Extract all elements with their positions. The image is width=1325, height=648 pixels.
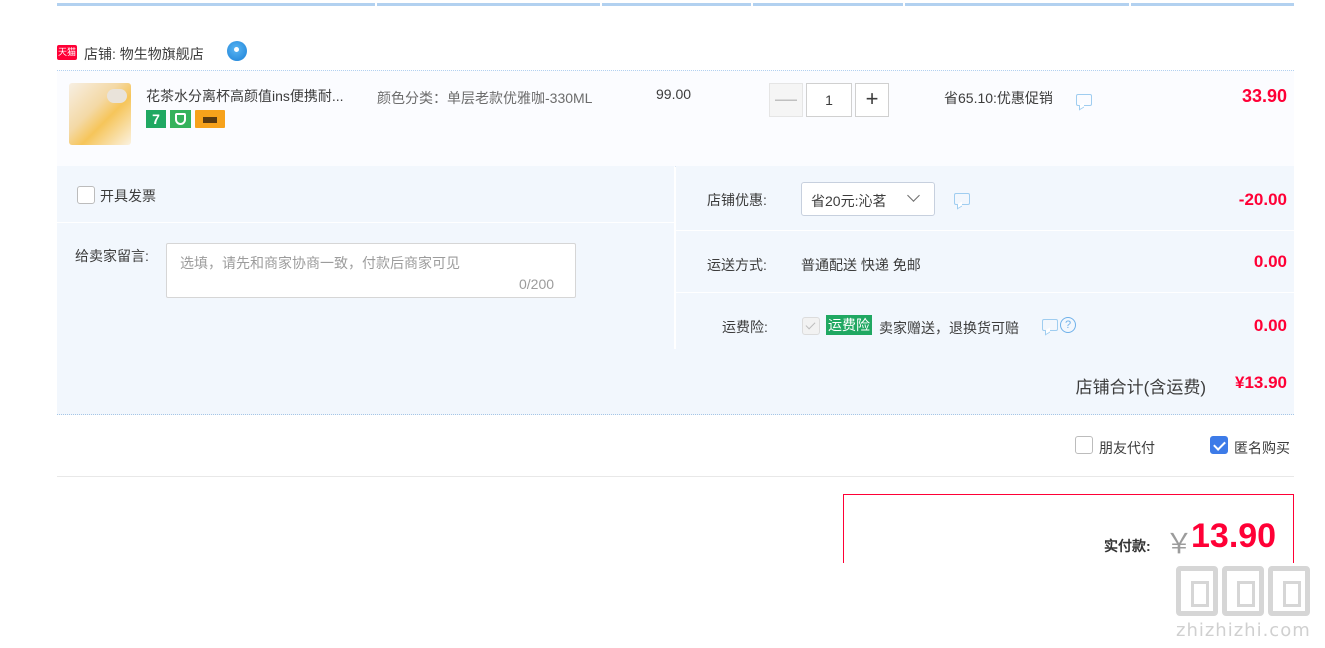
insurance-checkbox — [802, 317, 820, 335]
friend-pay-label[interactable]: 朋友代付 — [1099, 438, 1155, 458]
product-thumbnail[interactable] — [69, 83, 131, 145]
shop-discount-amount: -20.00 — [1238, 190, 1287, 209]
unit-price: 99.00 — [656, 86, 692, 102]
shop-discount-selected[interactable]: 省20元:沁茗 — [811, 191, 886, 211]
guarantee-icon — [170, 110, 191, 128]
payment-total: 13.90 — [1191, 517, 1277, 555]
divider — [676, 230, 1294, 231]
shop-name[interactable]: 店铺: 物生物旗舰店 — [84, 44, 204, 64]
order-item-row — [57, 70, 1294, 167]
watermark-logo-icon — [1176, 566, 1316, 616]
help-icon[interactable]: ? — [1060, 317, 1076, 333]
shop-discount-label: 店铺优惠: — [707, 192, 767, 208]
shipping-method: 普通配送 快递 免邮 — [801, 257, 921, 273]
anonymous-purchase-checkbox[interactable] — [1210, 436, 1228, 454]
shop-total-label: 店铺合计(含运费) — [1075, 378, 1206, 397]
table-header-border — [57, 3, 1294, 6]
quantity-input[interactable]: 1 — [806, 83, 852, 117]
divider — [57, 222, 674, 223]
seven-day-return-icon: 7 — [146, 110, 166, 128]
invoice-checkbox[interactable] — [77, 186, 95, 204]
message-icon[interactable] — [954, 193, 970, 205]
insurance-tag: 运费险 — [826, 315, 872, 335]
payment-currency: ￥ — [1165, 528, 1194, 559]
seller-message-label: 给卖家留言: — [75, 248, 149, 264]
page-bottom — [0, 563, 1325, 648]
insurance-label: 运费险: — [722, 319, 768, 335]
friend-pay-checkbox[interactable] — [1075, 436, 1093, 454]
seller-message-counter: 0/200 — [519, 276, 555, 292]
divider — [676, 292, 1294, 293]
wangwang-chat-icon[interactable] — [227, 41, 247, 61]
invoice-label[interactable]: 开具发票 — [100, 186, 156, 206]
divider — [57, 476, 1294, 477]
watermark-text: zhizhizhi.com — [1176, 620, 1311, 641]
product-sku: 颜色分类：单层老款优雅咖-330ML — [377, 90, 593, 106]
quantity-decrease-button[interactable]: — — [769, 83, 803, 117]
tmall-shop-icon: 天猫 — [57, 45, 77, 60]
seller-message-placeholder: 选填，请先和商家协商一致，付款后商家可见 — [180, 255, 460, 271]
item-promotion: 省65.10:优惠促销 — [944, 90, 1053, 106]
quantity-increase-button[interactable]: + — [855, 83, 889, 117]
item-subtotal: 33.90 — [1241, 86, 1287, 106]
insurance-amount: 0.00 — [1253, 316, 1287, 335]
anonymous-purchase-label[interactable]: 匿名购买 — [1234, 438, 1290, 458]
product-title[interactable]: 花茶水分离杯高颜值ins便携耐... — [146, 86, 366, 106]
shipping-amount: 0.00 — [1253, 252, 1287, 271]
message-icon[interactable] — [1076, 94, 1092, 106]
message-icon[interactable] — [1042, 319, 1058, 331]
shipping-label: 运送方式: — [707, 257, 767, 273]
insurance-description: 卖家赠送，退换货可赔 — [879, 320, 1019, 336]
payment-label: 实付款: — [1104, 538, 1151, 554]
shop-total-value: ¥13.90 — [1235, 373, 1287, 392]
credit-card-icon — [195, 110, 225, 128]
